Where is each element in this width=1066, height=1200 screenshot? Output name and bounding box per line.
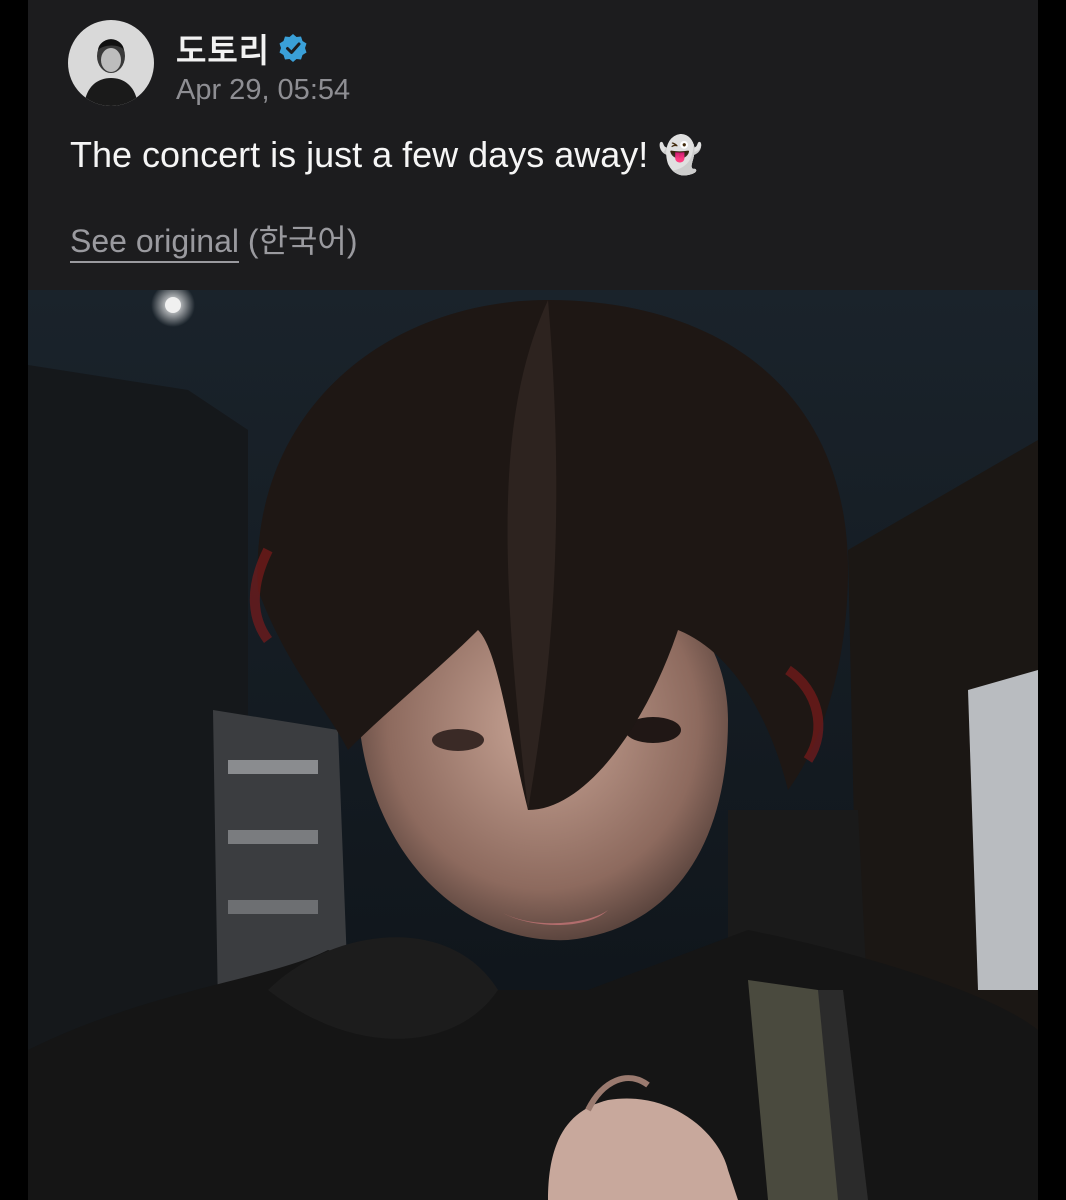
verified-badge-icon xyxy=(278,33,308,63)
see-original-link[interactable]: See original xyxy=(70,223,239,263)
post-card: 도토리 Apr 29, 05:54 The concert is just a … xyxy=(28,0,1038,1200)
post-timestamp: Apr 29, 05:54 xyxy=(176,74,351,106)
avatar[interactable] xyxy=(68,20,154,106)
original-language-label: (한국어) xyxy=(247,223,358,259)
post-photo[interactable] xyxy=(28,290,1038,1200)
author-name[interactable]: 도토리 xyxy=(176,24,270,72)
translation-toggle: See original (한국어) xyxy=(70,216,358,263)
selfie-photo xyxy=(28,290,1038,1200)
post-text: The concert is just a few days away! 👻 xyxy=(70,134,704,175)
post-header: 도토리 Apr 29, 05:54 xyxy=(68,20,968,110)
avatar-image xyxy=(68,20,154,106)
